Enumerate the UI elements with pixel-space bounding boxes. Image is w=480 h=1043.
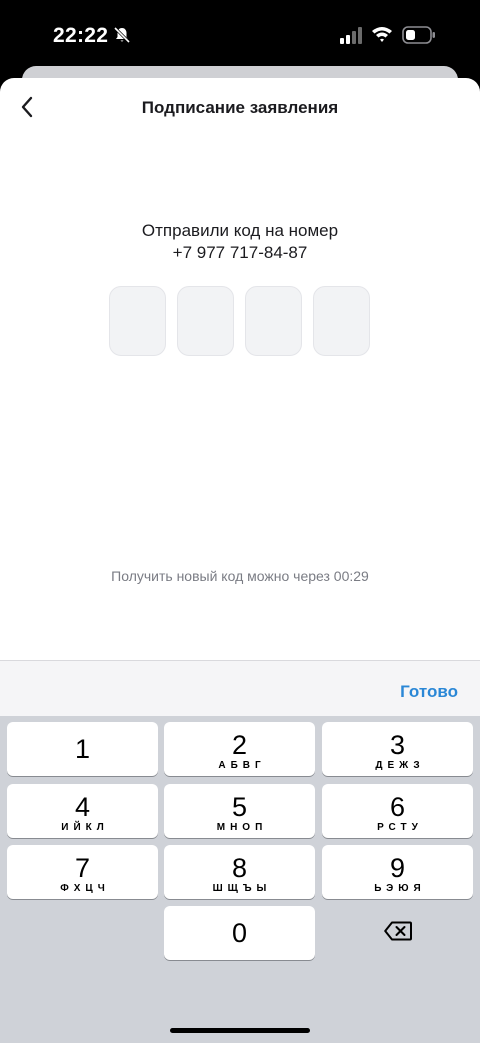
key-digit: 5: [231, 792, 248, 822]
battery-icon: [402, 26, 436, 44]
key-digit: 0: [231, 918, 248, 948]
key-letters: ДЕЖЗ: [375, 760, 425, 771]
phone-number: +7 977 717-84-87: [172, 243, 308, 262]
key-6[interactable]: 6 РСТУ: [322, 784, 473, 838]
key-2[interactable]: 2 АБВГ: [164, 722, 315, 776]
key-letters: ИЙКЛ: [61, 822, 109, 833]
status-time: 22:22: [53, 24, 109, 47]
key-letters: МНОП: [216, 822, 268, 833]
code-input-group[interactable]: [109, 286, 371, 356]
wifi-icon: [371, 25, 393, 43]
key-7[interactable]: 7 ФХЦЧ: [7, 845, 158, 899]
key-4[interactable]: 4 ИЙКЛ: [7, 784, 158, 838]
code-digit-4[interactable]: [313, 286, 370, 356]
home-indicator: [170, 1028, 310, 1033]
resend-timer-text: Получить новый код можно через 00:29: [111, 568, 369, 584]
key-8[interactable]: 8 ШЩЪЫ: [164, 845, 315, 899]
key-digit: 2: [231, 730, 248, 760]
key-letters: ФХЦЧ: [60, 883, 110, 894]
key-digit: 1: [74, 734, 91, 764]
page-title: Подписание заявления: [141, 98, 339, 117]
code-digit-3[interactable]: [245, 286, 302, 356]
key-digit: 3: [389, 730, 406, 760]
code-sent-text: Отправили код на номер: [141, 221, 339, 240]
key-digit: 7: [74, 853, 91, 883]
key-letters: РСТУ: [377, 822, 423, 833]
key-letters: ШЩЪЫ: [212, 883, 272, 894]
key-letters: АБВГ: [218, 760, 266, 771]
status-bar: 22:22: [0, 0, 480, 70]
done-button[interactable]: Готово: [400, 682, 458, 702]
key-digit: 6: [389, 792, 406, 822]
code-digit-2[interactable]: [177, 286, 234, 356]
key-digit: 9: [389, 853, 406, 883]
code-digit-1[interactable]: [109, 286, 166, 356]
key-letters: ЬЭЮЯ: [374, 883, 426, 894]
keyboard-accessory-bar: Готово: [0, 660, 480, 716]
key-9[interactable]: 9 ЬЭЮЯ: [322, 845, 473, 899]
cellular-icon: [340, 27, 364, 44]
bell-off-icon: [113, 26, 131, 44]
backspace-icon: [383, 921, 412, 946]
key-0[interactable]: 0: [164, 906, 315, 960]
key-5[interactable]: 5 МНОП: [164, 784, 315, 838]
key-digit: 4: [74, 792, 91, 822]
key-digit: 8: [231, 853, 248, 883]
modal-sheet: [0, 78, 480, 678]
delete-key[interactable]: [322, 906, 473, 960]
key-1[interactable]: 1: [7, 722, 158, 776]
key-3[interactable]: 3 ДЕЖЗ: [322, 722, 473, 776]
